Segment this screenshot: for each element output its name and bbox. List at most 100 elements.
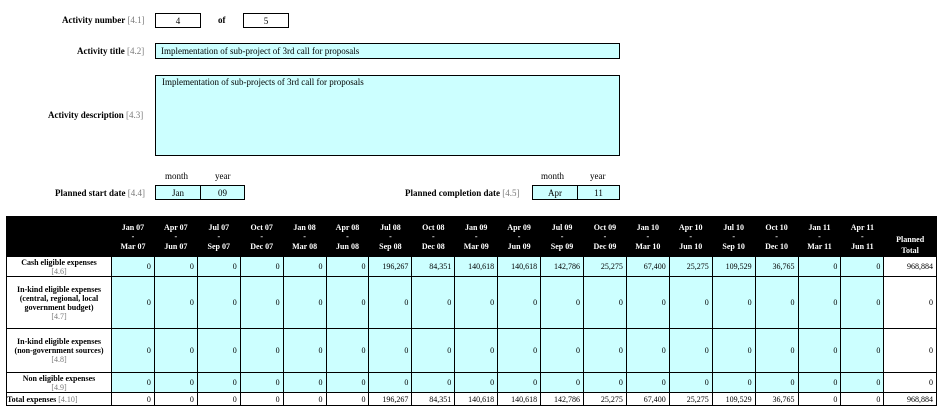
activity-title-field[interactable]: Implementation of sub-project of 3rd cal… — [155, 43, 620, 59]
period-end: Dec 08 — [421, 241, 445, 251]
value-cell[interactable]: 0 — [196, 372, 241, 393]
value-cell[interactable]: 36,765 — [754, 256, 799, 277]
planned-total-header: Planned Total — [883, 216, 937, 257]
expenses-table: Jan 07- Mar 07 Apr 07- Jun 07 Jul 07- Sep 07 O… — [5, 216, 937, 406]
value-cell[interactable]: 0 — [668, 328, 713, 373]
value-cell[interactable]: 0 — [153, 328, 198, 373]
value-cell[interactable]: 0 — [454, 328, 499, 373]
value-cell[interactable]: 0 — [625, 276, 670, 329]
value-cell[interactable]: 0 — [540, 328, 584, 373]
value-cell[interactable]: 0 — [454, 372, 499, 393]
value-cell[interactable]: 0 — [196, 328, 241, 373]
value-cell[interactable]: 0 — [282, 328, 327, 373]
value-cell[interactable]: 0 — [668, 276, 713, 329]
activity-total-field[interactable]: 5 — [243, 13, 289, 28]
completion-year-field[interactable]: 11 — [577, 185, 620, 200]
period-header: Jan 07- Mar 07 — [111, 216, 155, 257]
value-cell[interactable]: 0 — [711, 276, 756, 329]
value-cell[interactable]: 0 — [325, 256, 370, 277]
value-cell[interactable]: 0 — [411, 276, 456, 329]
value-cell[interactable]: 0 — [540, 372, 584, 393]
value-cell[interactable]: 0 — [754, 372, 799, 393]
value-cell[interactable]: 0 — [111, 256, 155, 277]
value-cell[interactable]: 0 — [582, 372, 627, 393]
value-cell[interactable]: 0 — [368, 372, 413, 393]
planned-completion-ref: [4.5] — [502, 188, 520, 198]
table-row: In-kind eligible expenses (central, regi… — [5, 276, 937, 329]
value-cell[interactable]: 0 — [625, 328, 670, 373]
value-cell[interactable]: 0 — [282, 256, 327, 277]
value-cell[interactable]: 0 — [540, 276, 584, 329]
value-cell[interactable]: 0 — [325, 276, 370, 329]
value-cell[interactable]: 0 — [840, 328, 885, 373]
value-cell[interactable]: 0 — [454, 276, 499, 329]
period-header: Jan 09- Mar 09 — [454, 216, 499, 257]
value-cell[interactable]: 0 — [840, 256, 885, 277]
row-label-text: Non eligible expenses — [22, 373, 96, 383]
value-cell[interactable]: 0 — [668, 372, 713, 393]
value-cell[interactable]: 140,618 — [454, 256, 499, 277]
value-cell[interactable]: 0 — [582, 328, 627, 373]
value-cell[interactable]: 0 — [797, 276, 842, 329]
period-dash: - — [775, 231, 778, 241]
start-month-field[interactable]: Jan — [155, 185, 201, 200]
period-header: Apr 07- Jun 07 — [153, 216, 198, 257]
value-cell[interactable]: 0 — [582, 276, 627, 329]
value-cell[interactable]: 0 — [797, 328, 842, 373]
value-cell[interactable]: 142,786 — [540, 256, 584, 277]
value-cell[interactable]: 0 — [153, 256, 198, 277]
value-cell[interactable]: 140,618 — [497, 256, 542, 277]
period-start: Jan 10 — [636, 222, 660, 232]
value-cell[interactable]: 0 — [711, 328, 756, 373]
value-cell[interactable]: 0 — [325, 328, 370, 373]
value-cell[interactable]: 0 — [840, 276, 885, 329]
value-cell[interactable]: 0 — [497, 328, 542, 373]
value-cell[interactable]: 0 — [754, 276, 799, 329]
value-cell[interactable]: 0 — [153, 276, 198, 329]
value-cell[interactable]: 0 — [711, 372, 756, 393]
value-cell[interactable]: 0 — [497, 372, 542, 393]
value-cell[interactable]: 0 — [239, 276, 284, 329]
value-cell[interactable]: 0 — [411, 328, 456, 373]
value-cell[interactable]: 0 — [325, 372, 370, 393]
period-dash: - — [260, 231, 264, 241]
value-cell[interactable]: 0 — [282, 372, 327, 393]
value-cell[interactable]: 109,529 — [711, 256, 756, 277]
value-cell[interactable]: 0 — [196, 256, 241, 277]
value-cell[interactable]: 0 — [754, 328, 799, 373]
start-year-field[interactable]: 09 — [200, 185, 245, 200]
row-ref: [4.6] — [51, 266, 67, 276]
value-cell[interactable]: 0 — [840, 372, 885, 393]
value-cell[interactable]: 0 — [239, 328, 284, 373]
value-cell[interactable]: 25,275 — [668, 256, 713, 277]
value-cell[interactable]: 0 — [368, 276, 413, 329]
value-cell[interactable]: 0 — [111, 276, 155, 329]
value-cell[interactable]: 0 — [797, 256, 842, 277]
value-cell[interactable]: 0 — [411, 372, 456, 393]
value-cell[interactable]: 0 — [111, 372, 155, 393]
value-cell[interactable]: 84,351 — [411, 256, 456, 277]
period-end: Jun 11 — [851, 241, 874, 251]
value-cell[interactable]: 25,275 — [582, 256, 627, 277]
activity-description-field[interactable]: Implementation of sub-projects of 3rd ca… — [155, 75, 620, 156]
value-cell[interactable]: 0 — [497, 276, 542, 329]
value-cell[interactable]: 0 — [368, 328, 413, 373]
value-cell[interactable]: 0 — [196, 276, 241, 329]
value-cell[interactable]: 196,267 — [368, 256, 413, 277]
value-cell[interactable]: 0 — [239, 256, 284, 277]
period-start: Jul 08 — [380, 222, 401, 232]
completion-year-header: year — [590, 171, 606, 181]
value-cell[interactable]: 0 — [111, 328, 155, 373]
value-cell[interactable]: 0 — [797, 372, 842, 393]
period-header: Apr 08- Jun 08 — [325, 216, 370, 257]
value-cell[interactable]: 0 — [282, 276, 327, 329]
period-dash: - — [346, 231, 349, 241]
completion-month-field[interactable]: Apr — [532, 185, 578, 200]
value-cell[interactable]: 0 — [153, 372, 198, 393]
value-cell[interactable]: 0 — [239, 372, 284, 393]
total-value-cell: 84,351 — [411, 392, 456, 406]
value-cell[interactable]: 67,400 — [625, 256, 670, 277]
period-header: Apr 10- Jun 10 — [668, 216, 713, 257]
value-cell[interactable]: 0 — [625, 372, 670, 393]
activity-number-field[interactable]: 4 — [155, 13, 201, 28]
